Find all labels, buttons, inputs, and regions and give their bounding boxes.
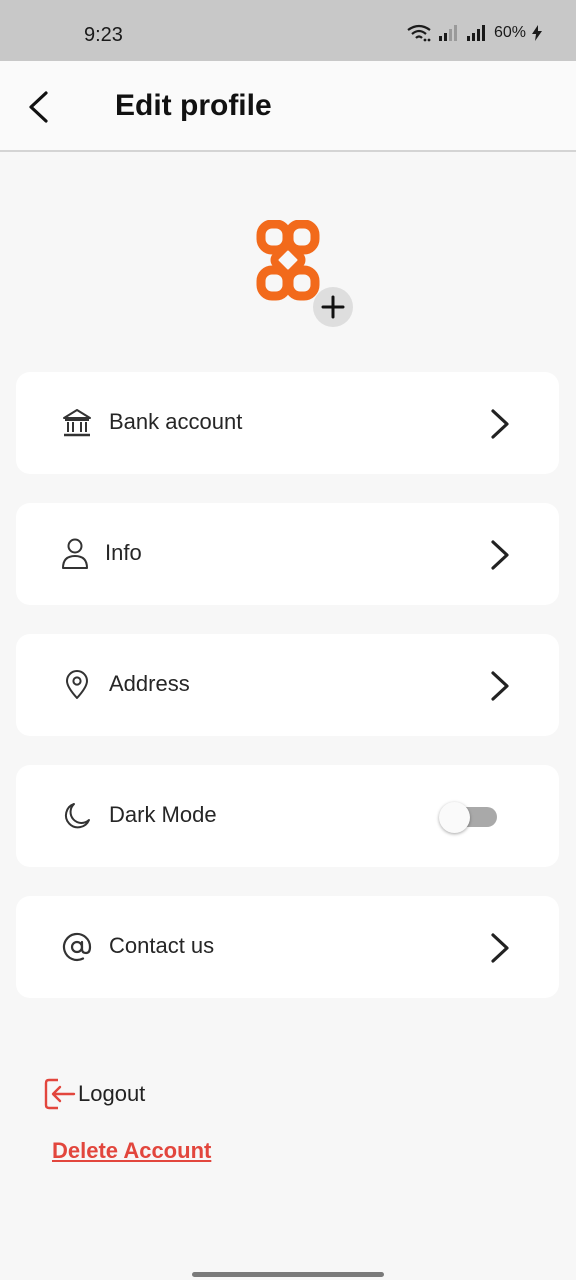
address-item[interactable]: Address xyxy=(16,634,559,736)
contact-us-label: Contact us xyxy=(109,933,215,958)
chevron-left-icon xyxy=(29,91,48,123)
logout-button[interactable]: Logout xyxy=(44,1076,145,1112)
logout-icon xyxy=(44,1078,76,1110)
brand-logo-icon xyxy=(256,219,320,301)
bank-account-item[interactable]: Bank account xyxy=(16,372,559,474)
page-title: Edit profile xyxy=(115,89,272,122)
bank-account-label: Bank account xyxy=(109,409,243,434)
battery-level: 60% xyxy=(493,24,526,41)
status-bar: 9:23 60% xyxy=(0,0,576,61)
info-item[interactable]: Info xyxy=(16,503,559,605)
dark-mode-label: Dark Mode xyxy=(109,802,217,827)
app-bar: Edit profile xyxy=(0,61,576,152)
toggle-thumb xyxy=(439,802,470,833)
add-photo-button[interactable] xyxy=(313,287,353,327)
moon-icon xyxy=(60,799,94,833)
signal-icon xyxy=(466,25,485,41)
user-icon xyxy=(58,537,92,571)
charging-icon xyxy=(532,25,542,41)
back-button[interactable] xyxy=(18,85,58,129)
status-icons: 60% xyxy=(406,24,542,42)
profile-avatar[interactable] xyxy=(247,219,357,330)
chevron-right-icon xyxy=(491,671,509,701)
location-pin-icon xyxy=(60,668,94,702)
dark-mode-item: Dark Mode xyxy=(16,765,559,867)
at-sign-icon xyxy=(60,930,94,964)
bank-icon xyxy=(60,406,94,440)
chevron-right-icon xyxy=(491,409,509,439)
chevron-right-icon xyxy=(491,540,509,570)
chevron-right-icon xyxy=(491,933,509,963)
wifi-icon xyxy=(407,24,431,42)
info-label: Info xyxy=(105,540,142,565)
contact-us-item[interactable]: Contact us xyxy=(16,896,559,998)
delete-account-link[interactable]: Delete Account xyxy=(52,1138,211,1164)
home-indicator[interactable] xyxy=(192,1272,384,1277)
signal-icon xyxy=(438,25,457,41)
dark-mode-toggle[interactable] xyxy=(439,802,499,833)
logout-label: Logout xyxy=(78,1081,146,1106)
status-time: 9:23 xyxy=(84,24,123,46)
address-label: Address xyxy=(109,671,190,696)
plus-icon xyxy=(321,295,345,319)
